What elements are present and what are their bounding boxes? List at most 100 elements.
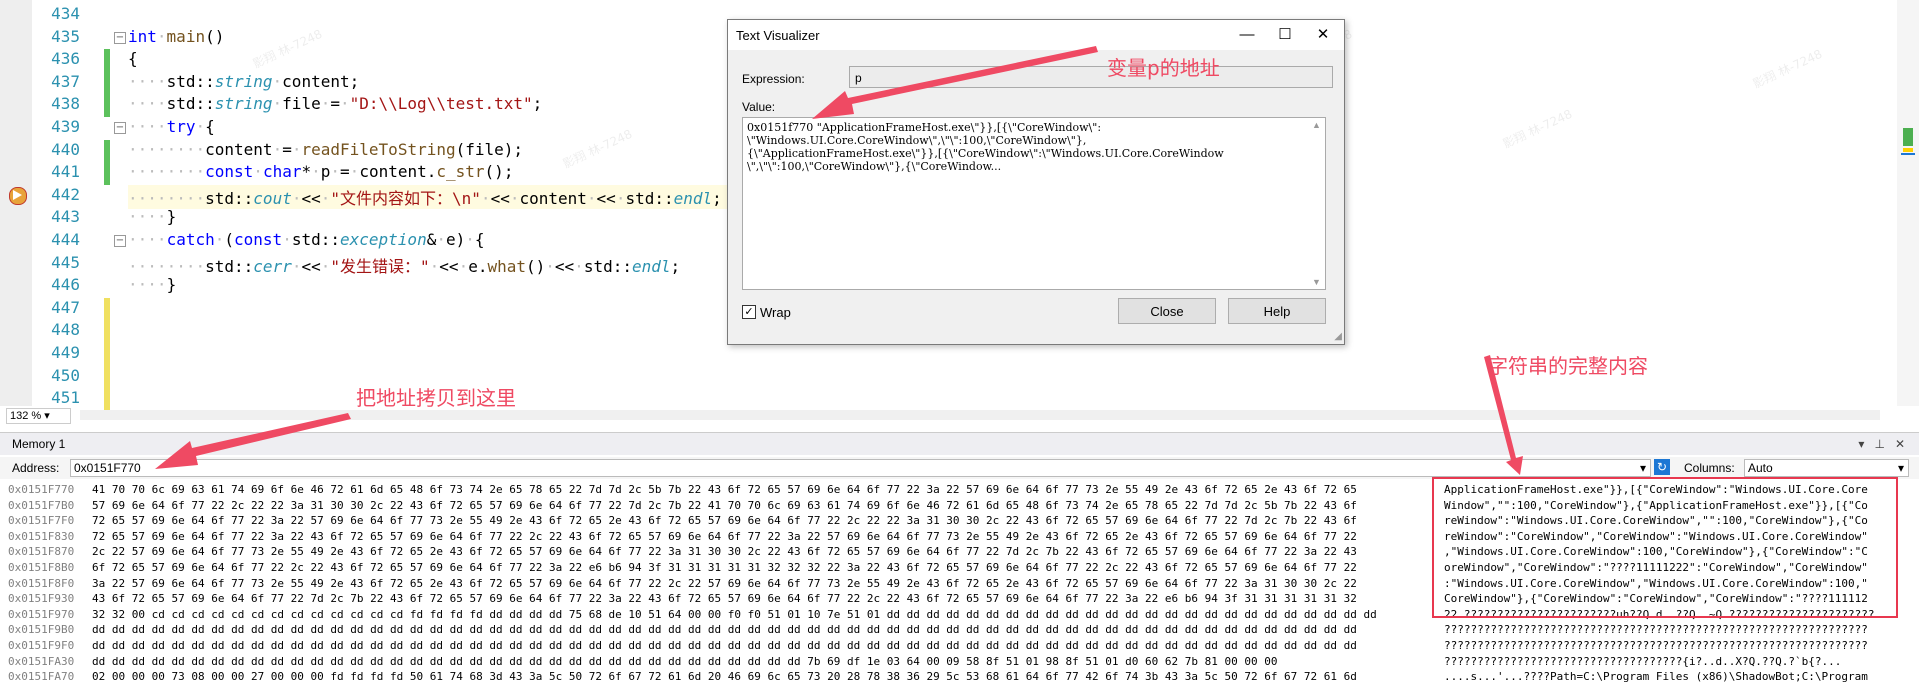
line-number: 445: [51, 252, 80, 272]
collapse-icon[interactable]: −: [114, 31, 126, 44]
line-number: 447: [51, 297, 80, 317]
maximize-button[interactable]: ☐: [1270, 24, 1300, 46]
line-number: 441: [51, 162, 80, 182]
close-dialog-button[interactable]: Close: [1118, 298, 1216, 324]
annotation-full-string: 字符串的完整内容: [1488, 354, 1648, 378]
line-number: 450: [51, 365, 80, 385]
memory-title-bar: Memory 1 ▾ ⊥ ✕: [0, 433, 1919, 455]
memory-ascii[interactable]: ????????????????????????????????????????…: [1444, 623, 1904, 636]
memory-hex-bytes[interactable]: 2c 22 57 69 6e 64 6f 77 73 2e 55 49 2e 4…: [92, 545, 1432, 558]
collapse-icon[interactable]: −: [114, 122, 126, 134]
line-number: 443: [51, 207, 80, 227]
code-line[interactable]: ····catch·(const·std::exception&·e)·{: [128, 230, 485, 249]
code-line[interactable]: ········std::cout·<<·"文件内容如下：\n"·<<·cont…: [128, 184, 728, 209]
code-line[interactable]: ····std::string·content;: [128, 72, 359, 91]
memory-hex-bytes[interactable]: 43 6f 72 65 57 69 6e 64 6f 77 22 7d 2c 7…: [92, 592, 1432, 605]
columns-select[interactable]: Auto ▾: [1744, 459, 1909, 477]
memory-ascii[interactable]: ????????????????????????????????????????…: [1444, 639, 1904, 652]
code-line[interactable]: ········std::cerr·<<·"发生错误："·<<·e.what()…: [128, 253, 680, 277]
annotation-p-address: 变量p的地址: [1107, 56, 1220, 80]
memory-hex-bytes[interactable]: dd dd dd dd dd dd dd dd dd dd dd dd dd d…: [92, 639, 1432, 652]
line-number: 444: [51, 230, 80, 249]
editor-horizontal-scrollbar[interactable]: [80, 410, 1880, 420]
memory-address: 0x0151F970: [8, 607, 75, 621]
code-line[interactable]: int·main(): [128, 27, 224, 46]
memory-ascii[interactable]: ????????????????????????????????????{i?.…: [1444, 655, 1904, 668]
code-line[interactable]: ········const·char*·p·=·content.c_str();: [128, 162, 513, 181]
memory-title: Memory 1: [12, 437, 66, 451]
zoom-level-text: 132 %: [10, 410, 42, 422]
change-marker: [104, 343, 110, 366]
columns-value: Auto: [1748, 461, 1773, 475]
highlight-box: [1432, 477, 1898, 618]
code-line[interactable]: ····}: [128, 207, 176, 226]
line-number: 435: [51, 26, 80, 46]
code-line[interactable]: ····try·{: [128, 117, 215, 136]
columns-label: Columns:: [1684, 461, 1735, 475]
close-button-label: Close: [1150, 304, 1184, 319]
chevron-down-icon[interactable]: ▾: [1640, 460, 1646, 476]
change-marker: [104, 94, 110, 117]
memory-address: 0x0151F8B0: [8, 561, 75, 574]
line-number: 448: [51, 320, 80, 340]
expression-field[interactable]: p: [849, 66, 1333, 88]
change-marker: [104, 297, 110, 321]
zoom-level-dropdown[interactable]: 132 % ▾: [6, 408, 71, 424]
close-button[interactable]: ✕: [1308, 24, 1338, 46]
text-visualizer-dialog: Text Visualizer — ☐ ✕ Expression: p Valu…: [727, 19, 1345, 345]
refresh-icon[interactable]: ↻: [1654, 459, 1670, 475]
annotation-copy-here: 把地址拷贝到这里: [356, 386, 516, 410]
close-icon[interactable]: ✕: [1895, 437, 1905, 451]
line-number: 442: [51, 184, 80, 204]
memory-hex-bytes[interactable]: 02 00 00 00 73 08 00 00 27 00 00 00 fd f…: [92, 670, 1432, 683]
memory-hex-bytes[interactable]: dd dd dd dd dd dd dd dd dd dd dd dd dd d…: [92, 623, 1432, 636]
memory-hex-bytes[interactable]: 57 69 6e 64 6f 77 22 2c 22 22 3a 31 30 3…: [92, 499, 1432, 512]
change-marker: [104, 71, 110, 95]
code-line[interactable]: ····std::string·file·=·"D:\\Log\\test.tx…: [128, 94, 542, 113]
memory-hex-bytes[interactable]: dd dd dd dd dd dd dd dd dd dd dd dd dd d…: [92, 655, 1432, 668]
memory-address: 0x0151FA30: [8, 654, 75, 668]
dialog-title: Text Visualizer: [736, 28, 820, 43]
memory-address: 0x0151F830: [8, 529, 75, 543]
editor-vertical-scrollbar[interactable]: [1897, 0, 1919, 406]
address-value: 0x0151F770: [74, 461, 141, 475]
address-label: Address:: [12, 461, 60, 475]
collapse-icon[interactable]: −: [114, 235, 126, 247]
code-line[interactable]: {: [128, 49, 138, 68]
scroll-marker: [1901, 153, 1915, 155]
close-icon: ✕: [1316, 26, 1330, 43]
memory-address: 0x0151F7B0: [8, 498, 75, 512]
value-label: Value:: [742, 100, 776, 114]
change-marker: [104, 139, 110, 163]
chevron-down-icon: ▾: [1897, 461, 1904, 475]
value-scrollbar[interactable]: ▲ ▼: [1309, 118, 1325, 289]
dropdown-icon[interactable]: ▾: [1858, 437, 1864, 451]
help-button-label: Help: [1263, 304, 1291, 319]
memory-ascii[interactable]: ....s...'...????Path=C:\Program Files (x…: [1444, 670, 1904, 683]
resize-grip-icon[interactable]: ◢: [1334, 331, 1342, 342]
memory-hex-bytes[interactable]: 3a 22 57 69 6e 64 6f 77 73 2e 55 49 2e 4…: [92, 577, 1432, 590]
minimize-icon: —: [1239, 26, 1255, 43]
maximize-icon: ☐: [1278, 26, 1292, 43]
help-button[interactable]: Help: [1228, 298, 1326, 324]
memory-hex-bytes[interactable]: 72 65 57 69 6e 64 6f 77 22 3a 22 57 69 6…: [92, 514, 1432, 527]
minimize-button[interactable]: —: [1232, 24, 1262, 46]
line-number: 449: [51, 343, 80, 362]
line-number: 446: [51, 275, 80, 295]
memory-hex-bytes[interactable]: 6f 72 65 57 69 6e 64 6f 77 22 2c 22 43 6…: [92, 561, 1432, 574]
pin-icon[interactable]: ⊥: [1874, 437, 1884, 451]
change-marker: [104, 49, 110, 72]
line-number: 438: [51, 94, 80, 114]
memory-hex-bytes[interactable]: 32 32 00 cd cd cd cd cd cd cd cd cd cd c…: [92, 608, 1432, 621]
address-input[interactable]: 0x0151F770 ▾: [70, 459, 1651, 477]
memory-address: 0x0151F7F0: [8, 514, 75, 528]
value-text-area[interactable]: 0x0151f770 "ApplicationFrameHost.exe\"}}…: [742, 117, 1326, 290]
wrap-checkbox[interactable]: ✓: [742, 305, 756, 319]
memory-hex-bytes[interactable]: 72 65 57 69 6e 64 6f 77 22 3a 22 43 6f 7…: [92, 530, 1432, 543]
memory-hex-bytes[interactable]: 41 70 70 6c 69 63 61 74 69 6f 6e 46 72 6…: [92, 483, 1432, 496]
code-line[interactable]: ········content·=·readFileToString(file)…: [128, 140, 523, 159]
code-line[interactable]: ····}: [128, 275, 176, 294]
scroll-down-icon[interactable]: ▼: [1312, 277, 1321, 287]
scroll-up-icon[interactable]: ▲: [1312, 120, 1321, 130]
scroll-marker: [1903, 128, 1913, 146]
